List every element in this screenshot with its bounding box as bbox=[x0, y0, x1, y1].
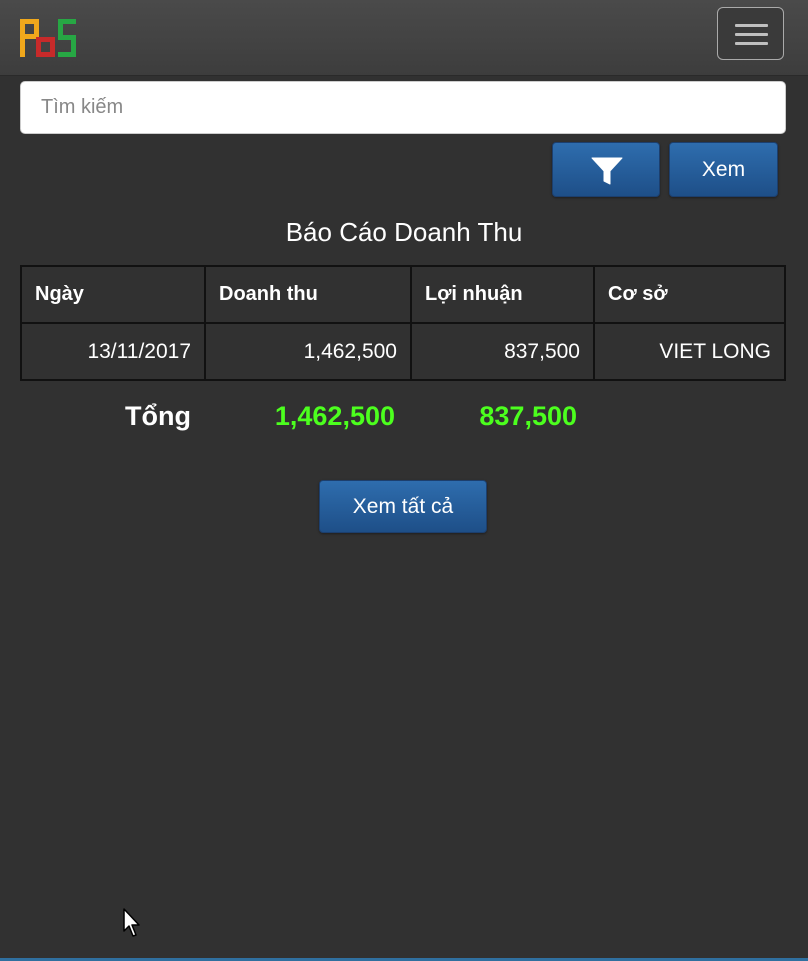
cell-branch: VIET LONG bbox=[593, 322, 786, 381]
total-revenue-value: 1,462,500 bbox=[274, 401, 395, 431]
revenue-report-table: Ngày Doanh thu Lợi nhuận Cơ sở 13/11/201… bbox=[20, 265, 786, 381]
pbs-logo-icon[interactable] bbox=[18, 17, 78, 61]
table-row[interactable]: 13/11/2017 1,462,500 837,500 VIET LONG bbox=[20, 322, 786, 381]
total-profit-value: 837,500 bbox=[479, 401, 577, 431]
cell-date: 13/11/2017 bbox=[20, 322, 206, 381]
column-header-profit[interactable]: Lợi nhuận bbox=[410, 265, 595, 324]
column-header-date[interactable]: Ngày bbox=[20, 265, 206, 324]
top-navbar bbox=[0, 0, 808, 76]
search-input[interactable] bbox=[20, 81, 786, 134]
filter-button[interactable] bbox=[552, 142, 660, 197]
mouse-cursor-icon bbox=[123, 908, 140, 937]
table-header-row: Ngày Doanh thu Lợi nhuận Cơ sở bbox=[20, 265, 786, 324]
view-button[interactable]: Xem bbox=[669, 142, 778, 197]
cell-profit: 837,500 bbox=[410, 322, 595, 381]
column-header-revenue[interactable]: Doanh thu bbox=[204, 265, 412, 324]
view-all-button[interactable]: Xem tất cả bbox=[319, 480, 487, 533]
filter-funnel-icon bbox=[591, 157, 623, 185]
total-label: Tổng bbox=[125, 401, 191, 431]
report-title: Báo Cáo Doanh Thu bbox=[285, 217, 523, 247]
cell-revenue: 1,462,500 bbox=[204, 322, 412, 381]
column-header-branch[interactable]: Cơ sở bbox=[593, 265, 786, 324]
menu-toggle-button[interactable] bbox=[717, 7, 784, 60]
